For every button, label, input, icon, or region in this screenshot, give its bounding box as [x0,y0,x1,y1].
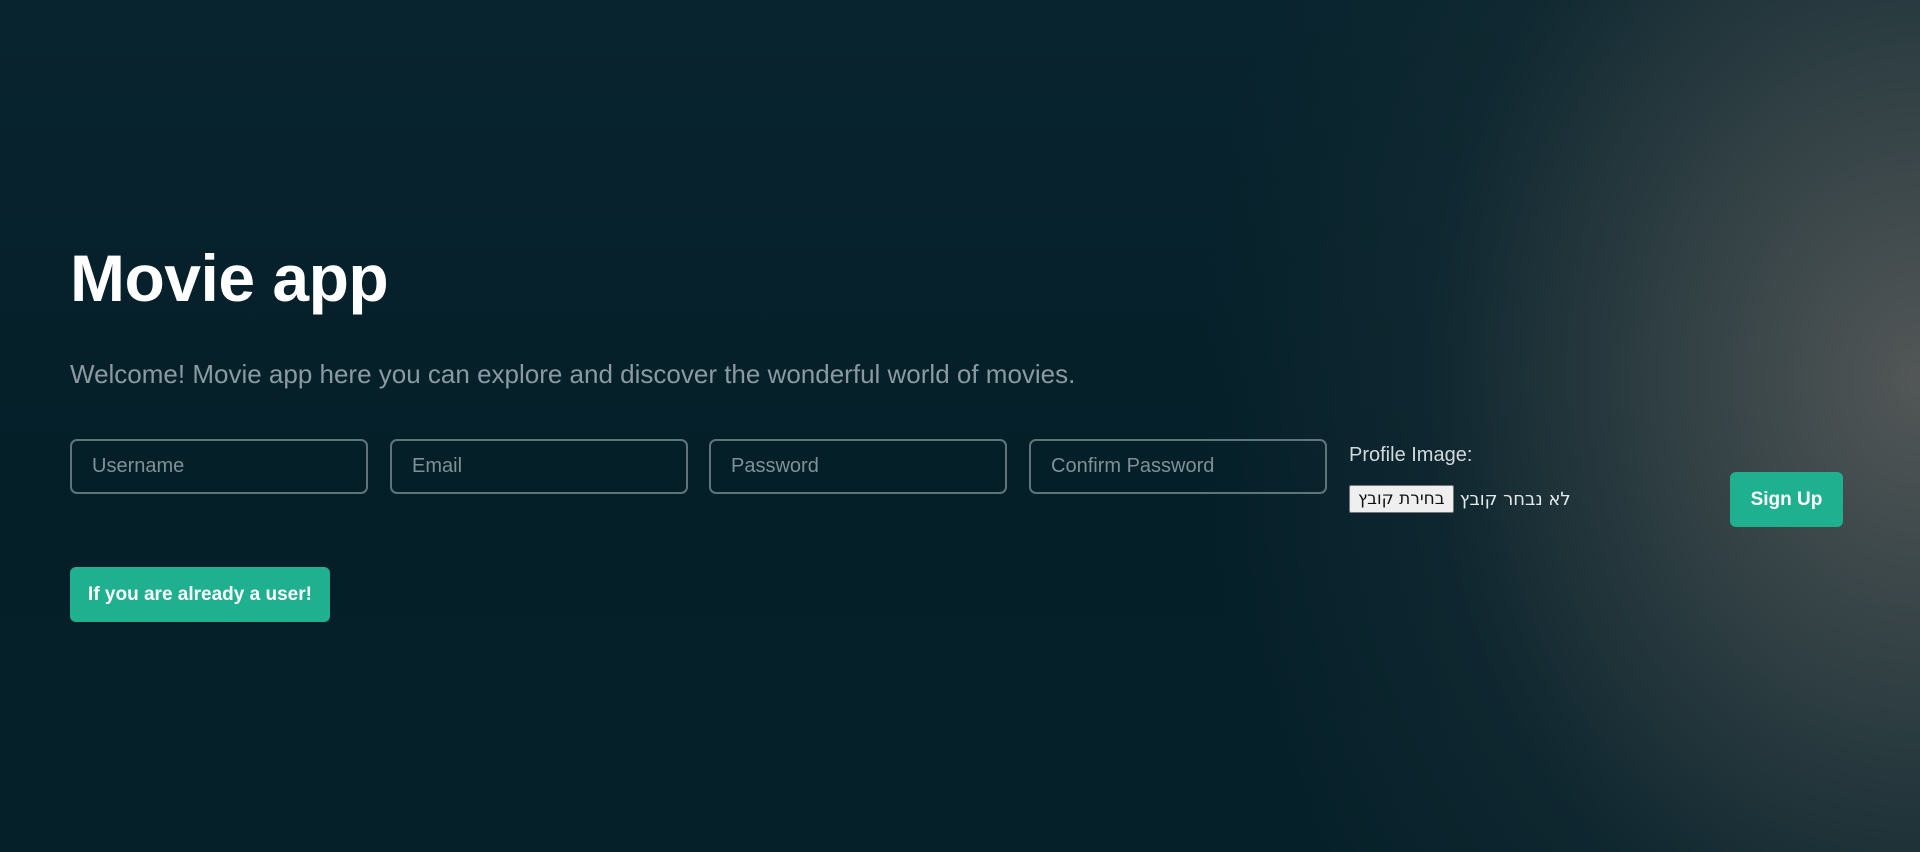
sign-up-button[interactable]: Sign Up [1730,472,1843,527]
signup-page: Movie app Welcome! Movie app here you ca… [70,0,1870,852]
password-input[interactable] [709,439,1007,494]
confirm-password-input[interactable] [1029,439,1327,494]
profile-image-file-input: בחירת קובץ לא נבחר קובץ [1349,484,1571,514]
email-input[interactable] [390,439,688,494]
file-status-text: לא נבחר קובץ [1459,488,1571,510]
already-user-button[interactable]: If you are already a user! [70,567,330,622]
username-input[interactable] [70,439,368,494]
profile-image-label: Profile Image: [1349,444,1473,466]
choose-file-button[interactable]: בחירת קובץ [1349,485,1454,513]
page-title: Movie app [70,241,389,315]
welcome-text: Welcome! Movie app here you can explore … [70,359,1076,389]
